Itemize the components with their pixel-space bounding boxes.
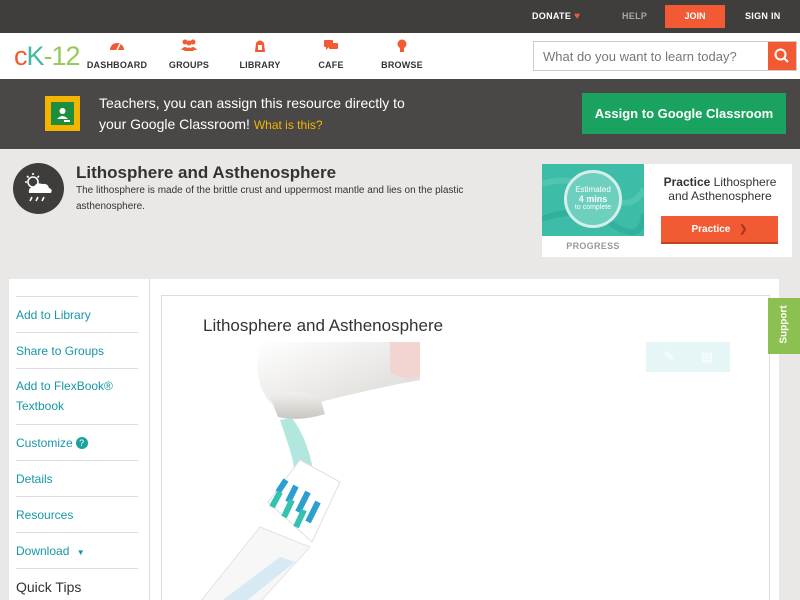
ck12-logo[interactable]: cK-12: [14, 41, 81, 72]
classroom-message-line1: Teachers, you can assign this resource d…: [99, 95, 405, 111]
nav-cafe[interactable]: CAFE: [296, 39, 366, 70]
customize-link[interactable]: Customize?: [16, 424, 138, 460]
donate-label: DONATE: [532, 11, 572, 21]
what-is-this-link[interactable]: What is this?: [254, 118, 323, 132]
search-button[interactable]: [768, 42, 796, 70]
notes-icon[interactable]: ▤: [698, 348, 716, 366]
nav-dashboard-label: DASHBOARD: [86, 60, 148, 70]
google-classroom-banner: Teachers, you can assign this resource d…: [0, 79, 800, 149]
add-to-flexbook-label: Add to FlexBook®: [16, 379, 113, 393]
search-bar: [533, 41, 797, 71]
estimated-time-badge: Estimated 4 mins to complete: [564, 170, 622, 228]
weather-concept-icon: [13, 163, 64, 214]
help-link[interactable]: HELP: [622, 11, 647, 21]
help-icon[interactable]: ?: [75, 437, 88, 449]
progress-label: PROGRESS: [566, 241, 620, 251]
download-label: Download: [16, 544, 70, 558]
actions-sidebar: Add to Library Share to Groups Add to Fl…: [9, 279, 150, 600]
estimated-mins: 4 mins: [578, 194, 608, 204]
google-classroom-icon: [45, 96, 80, 131]
heart-icon: ♥: [574, 11, 581, 22]
nav-cafe-label: CAFE: [318, 60, 344, 70]
logo-c: c: [14, 41, 27, 71]
estimated-label: Estimated: [575, 185, 611, 194]
classroom-message: Teachers, you can assign this resource d…: [99, 93, 519, 136]
search-icon: [774, 48, 789, 63]
add-to-library-link[interactable]: Add to Library: [16, 296, 138, 332]
practice-card: Estimated 4 mins to complete PROGRESS Pr…: [542, 164, 792, 257]
donate-link[interactable]: DONATE ♥: [532, 11, 580, 22]
share-to-groups-link[interactable]: Share to Groups: [16, 332, 138, 368]
library-icon: [225, 39, 295, 55]
groups-icon: [154, 39, 224, 55]
nav-dashboard[interactable]: DASHBOARD: [82, 39, 152, 70]
textbook-label: Textbook: [16, 399, 65, 413]
to-complete-label: to complete: [574, 204, 612, 211]
join-button[interactable]: JOIN: [665, 5, 725, 28]
customize-label: Customize: [16, 436, 73, 450]
nav-browse-label: BROWSE: [381, 60, 423, 70]
dashboard-icon: [82, 39, 152, 55]
quick-tips-heading: Quick Tips: [16, 568, 138, 600]
sign-in-link[interactable]: SIGN IN: [745, 11, 781, 21]
support-tab[interactable]: Support: [768, 298, 800, 354]
nav-library-label: LIBRARY: [239, 60, 281, 70]
support-label: Support: [778, 305, 790, 344]
main-navigation: cK-12 DASHBOARD GROUPS LIBRARY CAFE BROW…: [0, 33, 800, 79]
top-utility-bar: DONATE ♥ HELP JOIN SIGN IN: [0, 0, 800, 33]
concept-content-panel: Lithosphere and Asthenosphere ✎ ▤: [161, 295, 770, 600]
toothpaste-image: [200, 342, 420, 600]
practice-title-bold: Practice: [663, 175, 711, 189]
concept-description: The lithosphere is made of the brittle c…: [76, 185, 464, 212]
main-content-area: Add to Library Share to Groups Add to Fl…: [9, 279, 779, 600]
logo-k: K: [26, 41, 45, 71]
search-input[interactable]: [534, 42, 769, 70]
nav-groups-label: GROUPS: [168, 60, 210, 70]
content-tools: ✎ ▤: [646, 342, 730, 372]
logo-dash: -: [43, 41, 53, 71]
practice-progress-graphic: Estimated 4 mins to complete: [542, 164, 644, 236]
download-link[interactable]: Download ▼: [16, 532, 138, 568]
classroom-message-line2: your Google Classroom!: [99, 116, 250, 132]
concept-title: Lithosphere and Asthenosphere: [76, 163, 337, 182]
nav-browse[interactable]: BROWSE: [367, 39, 437, 70]
nav-groups[interactable]: GROUPS: [154, 39, 224, 70]
content-title: Lithosphere and Asthenosphere: [203, 316, 444, 335]
chevron-right-icon: ❯: [739, 224, 748, 235]
caret-down-icon: ▼: [76, 548, 85, 557]
details-link[interactable]: Details: [16, 460, 138, 496]
resources-link[interactable]: Resources: [16, 496, 138, 532]
logo-12: 12: [51, 41, 81, 71]
practice-title: Practice Lithosphere and Asthenosphere: [654, 175, 786, 203]
cafe-icon: [296, 39, 366, 55]
practice-button[interactable]: Practice ❯: [661, 216, 778, 244]
edit-pencil-icon[interactable]: ✎: [660, 348, 678, 366]
nav-library[interactable]: LIBRARY: [225, 39, 295, 70]
browse-icon: [367, 39, 437, 55]
practice-button-label: Practice: [691, 224, 731, 235]
assign-to-classroom-button[interactable]: Assign to Google Classroom: [582, 93, 786, 134]
add-to-flexbook-link[interactable]: Add to FlexBook® Textbook: [16, 368, 138, 424]
